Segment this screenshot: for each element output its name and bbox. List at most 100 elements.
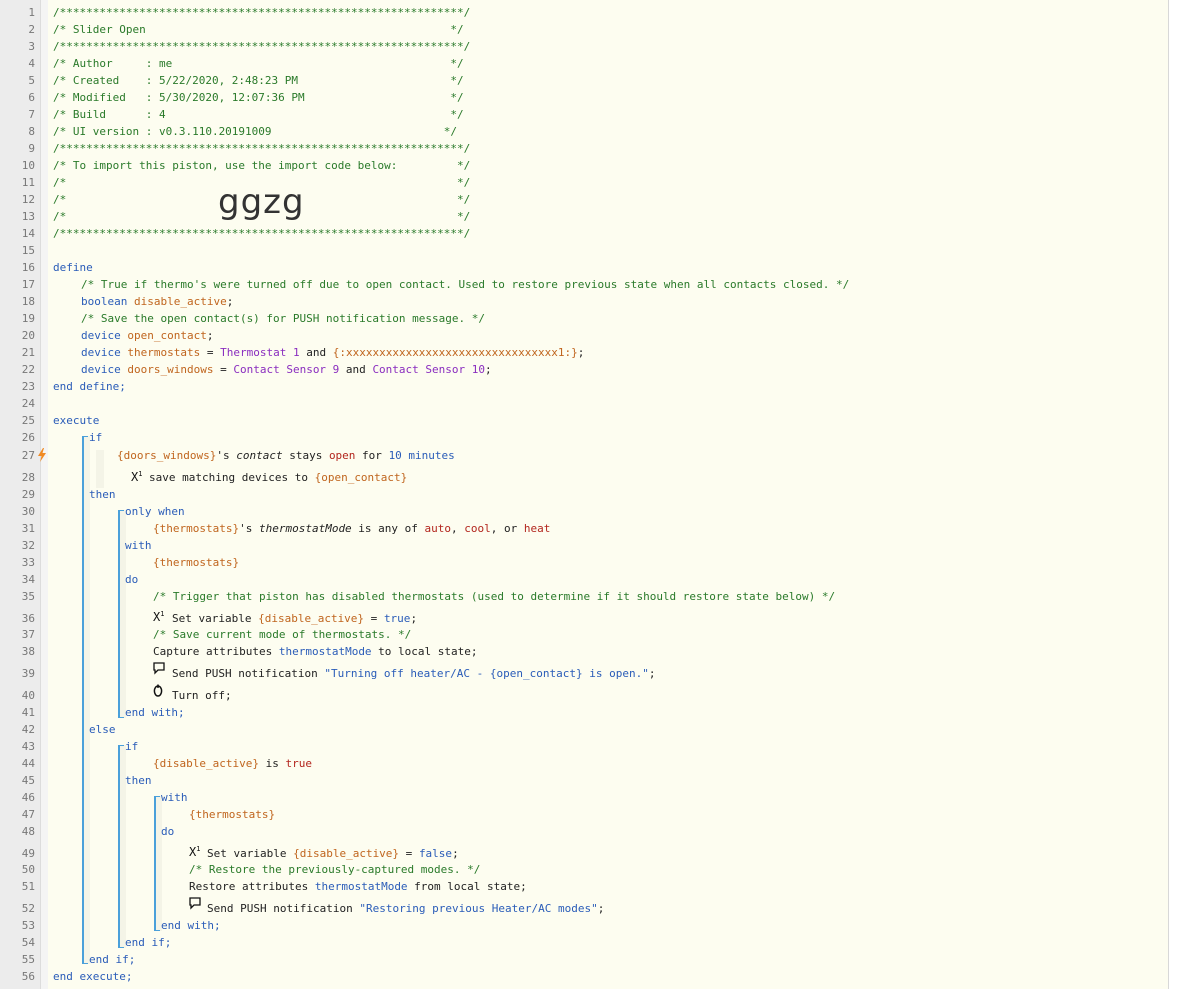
line-number: 56 [21,970,35,983]
line-number: 50 [21,863,35,876]
rail-tick [82,963,88,964]
line-number: 45 [21,774,35,787]
kw-do[interactable]: do [125,571,138,588]
send-push-restoring[interactable]: Send PUSH notification "Restoring previo… [207,900,604,917]
line-number: 30 [21,505,35,518]
line-number: 23 [21,380,35,393]
if-block-rail [82,436,84,964]
line-number: 36 [21,612,35,625]
line-number: 44 [21,757,35,770]
var-decl-thermostats[interactable]: device thermostats = Thermostat 1 and {:… [81,344,584,361]
kw-end-define[interactable]: end define; [53,378,126,395]
line-number: 41 [21,706,35,719]
kw-end-if-inner[interactable]: end if; [125,934,171,951]
turn-off-action[interactable]: Turn off; [172,687,232,704]
line-number: 34 [21,573,35,586]
line-number: 43 [21,740,35,753]
header-stars: /***************************************… [53,40,471,53]
line-number: 29 [21,488,35,501]
header-ui-version: /* UI version : v0.3.110.20191009 */ [53,125,457,138]
kw-if-inner[interactable]: if [125,738,138,755]
var-decl-doors-windows[interactable]: device doors_windows = Contact Sensor 9 … [81,361,492,378]
inner-if-rail [118,745,120,948]
comment-restore: /* Restore the previously-captured modes… [189,863,481,876]
line-number: 14 [21,227,35,240]
variable-x1-icon: X1 [189,845,201,859]
with-block-rail [118,510,120,718]
kw-with-inner[interactable]: with [161,789,188,806]
inner-with-rail [154,796,156,931]
kw-else[interactable]: else [89,721,116,738]
kw-end-with-inner[interactable]: end with; [161,917,221,934]
line-number: 42 [21,723,35,736]
rail-tick [118,717,124,718]
kw-do-inner[interactable]: do [161,823,174,840]
kw-define[interactable]: define [53,259,93,276]
rail-tick [118,510,124,511]
line-number: 51 [21,880,35,893]
variable-x1-icon: X1 [131,470,143,484]
line-number: 32 [21,539,35,552]
comment-define-1: /* True if thermo's were turned off due … [81,278,850,291]
set-variable-disable-active-true[interactable]: Set variable {disable_active} = true; [172,610,417,627]
with-thermostats[interactable]: {thermostats} [153,554,239,571]
kw-then-inner[interactable]: then [125,772,152,789]
comment-trigger: /* Trigger that piston has disabled ther… [153,590,836,603]
line-number: 31 [21,522,35,535]
line-number: 12 [21,193,35,206]
line-number: 20 [21,329,35,342]
kw-only-when[interactable]: only when [125,503,185,520]
kw-end-with[interactable]: end with; [125,704,185,721]
var-decl-disable-active[interactable]: boolean disable_active; [81,293,233,310]
set-variable-disable-active-false[interactable]: Set variable {disable_active} = false; [207,845,459,862]
line-number: 55 [21,953,35,966]
line-number: 46 [21,791,35,804]
capture-attributes[interactable]: Capture attributes thermostatMode to loc… [153,643,478,660]
line-number: 26 [21,431,35,444]
trigger-bolt-icon [38,448,46,462]
condition-contact-stays-open[interactable]: {doors_windows}'s contact stays open for… [117,447,455,464]
line-number: 18 [21,295,35,308]
line-number: 1 [28,6,35,19]
line-number: 49 [21,847,35,860]
line-number: 48 [21,825,35,838]
header-stars-bottom: /***************************************… [53,227,471,240]
line-number: 17 [21,278,35,291]
comment-save-mode: /* Save current mode of thermostats. */ [153,628,412,641]
kw-end-if[interactable]: end if; [89,951,135,968]
chat-bubble-icon [189,897,201,910]
line-number: 25 [21,414,35,427]
kw-then[interactable]: then [89,486,116,503]
kw-with[interactable]: with [125,537,152,554]
import-code[interactable]: ggzg [218,182,305,222]
with-thermostats-inner[interactable]: {thermostats} [189,806,275,823]
kw-if[interactable]: if [89,429,102,446]
line-number: 22 [21,363,35,376]
line-number: 21 [21,346,35,359]
rail-tick [82,436,88,437]
chat-bubble-icon [153,662,165,675]
save-matching-devices[interactable]: save matching devices to {open_contact} [149,469,407,486]
line-number: 13 [21,210,35,223]
line-number: 37 [21,628,35,641]
header-stars-top: /***************************************… [53,6,471,19]
restore-attributes[interactable]: Restore attributes thermostatMode from l… [189,878,527,895]
condition-disable-active-true[interactable]: {disable_active} is true [153,755,312,772]
send-push-turning-off[interactable]: Send PUSH notification "Turning off heat… [172,665,655,682]
line-number: 5 [28,74,35,87]
line-number: 4 [28,57,35,70]
line-number: 8 [28,125,35,138]
line-number: 16 [21,261,35,274]
line-number: 9 [28,142,35,155]
line-number: 10 [21,159,35,172]
kw-execute[interactable]: execute [53,412,99,429]
line-number: 24 [21,397,35,410]
kw-end-execute[interactable]: end execute; [53,968,132,985]
line-number: 54 [21,936,35,949]
line-number: 19 [21,312,35,325]
line-number: 33 [21,556,35,569]
line-number: 6 [28,91,35,104]
var-decl-open-contact[interactable]: device open_contact; [81,327,213,344]
restriction-thermostat-mode[interactable]: {thermostats}'s thermostatMode is any of… [153,520,550,537]
header-created: /* Created : 5/22/2020, 2:48:23 PM */ [53,74,464,87]
